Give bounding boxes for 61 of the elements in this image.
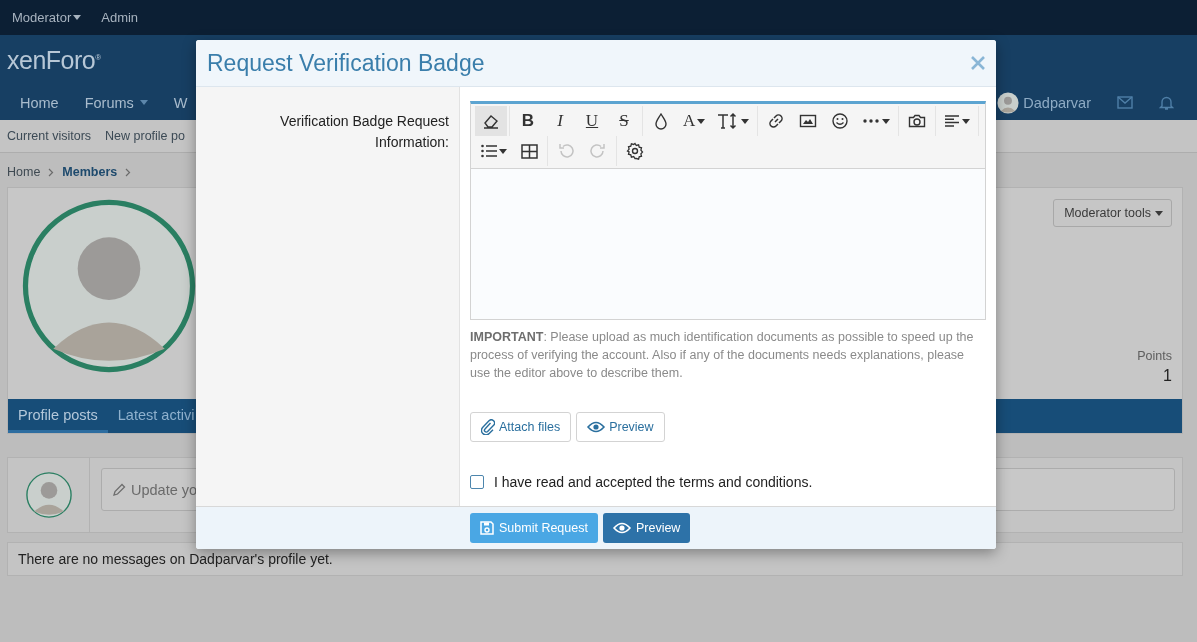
align-left-icon: [944, 114, 961, 128]
ellipsis-icon: [862, 118, 881, 124]
bell-icon[interactable]: [1159, 94, 1174, 111]
caret-icon: [73, 15, 82, 20]
chevron-icon: [48, 167, 55, 177]
preview-button[interactable]: Preview: [576, 412, 665, 442]
drop-icon: [653, 112, 669, 130]
avatar: [997, 91, 1020, 114]
caret-icon: [1155, 210, 1163, 216]
toolbar-button[interactable]: B: [512, 106, 544, 136]
toolbar-button[interactable]: A: [677, 106, 712, 136]
caret-icon: [741, 118, 750, 124]
avatar: [25, 472, 72, 518]
nav-tab[interactable]: Home: [7, 94, 72, 111]
table-icon: [520, 143, 538, 159]
breadcrumb-link[interactable]: Home: [7, 165, 41, 179]
toolbar-button[interactable]: U: [576, 106, 608, 136]
sub-nav-link[interactable]: New profile po: [105, 129, 185, 143]
preview-button[interactable]: Preview: [602, 513, 691, 543]
eye-icon: [612, 522, 631, 534]
caret-icon: [139, 100, 148, 105]
caret-icon: [962, 118, 971, 124]
save-icon: [480, 521, 494, 535]
list-icon: [481, 144, 497, 158]
toolbar-button[interactable]: [475, 106, 507, 136]
chevron-icon: [125, 167, 132, 177]
nav-tab[interactable]: Forums: [71, 94, 161, 111]
toolbar-button[interactable]: S: [608, 106, 640, 136]
sub-nav-link[interactable]: Current visitors: [7, 129, 92, 143]
image-icon: [799, 113, 818, 129]
camera-icon: [908, 113, 927, 129]
attach-files-button[interactable]: Attach files: [470, 412, 572, 442]
link-icon: [767, 112, 786, 130]
editor-field[interactable]: [471, 169, 985, 319]
checkbox-label[interactable]: I have read and accepted the terms and conditions.: [494, 474, 813, 490]
stat-value: 1: [1163, 367, 1172, 385]
undo-icon: [557, 142, 575, 160]
logo[interactable]: xenForo$^{®}$: [7, 45, 101, 75]
field-label: Verification Badge Request Information:: [279, 112, 449, 152]
caret-icon: [882, 118, 891, 124]
profile-tab[interactable]: Profile posts: [8, 399, 108, 433]
user-menu[interactable]: Dadparvar: [997, 91, 1091, 114]
stat-label: Points: [1137, 349, 1172, 363]
paperclip-icon: [481, 419, 495, 435]
top-menu-link[interactable]: Admin: [101, 10, 139, 25]
moderator-tools-button[interactable]: Moderator tools: [1053, 199, 1172, 227]
note-text: IMPORTANT: Please upload as much identification documents as possible to speed up the process of verifying the account. Also if any of the documents needs explanations, please use the editor above to describe them.: [470, 329, 975, 382]
toolbar-button[interactable]: I: [544, 106, 576, 136]
eye-icon: [587, 421, 606, 433]
pencil-icon: [112, 483, 126, 497]
mail-icon[interactable]: [1117, 96, 1133, 109]
dialog-title: Request Verification Badge: [207, 49, 485, 77]
smiley-icon: [831, 112, 850, 130]
breadcrumb-link[interactable]: Members: [62, 165, 118, 179]
caret-icon: [499, 148, 507, 154]
top-menu-link[interactable]: Moderator: [12, 10, 82, 25]
settings-icon: [626, 142, 644, 160]
redo-icon: [589, 142, 607, 160]
checkbox[interactable]: [470, 475, 484, 489]
eraser-icon: [482, 112, 500, 130]
caret-icon: [697, 118, 706, 124]
